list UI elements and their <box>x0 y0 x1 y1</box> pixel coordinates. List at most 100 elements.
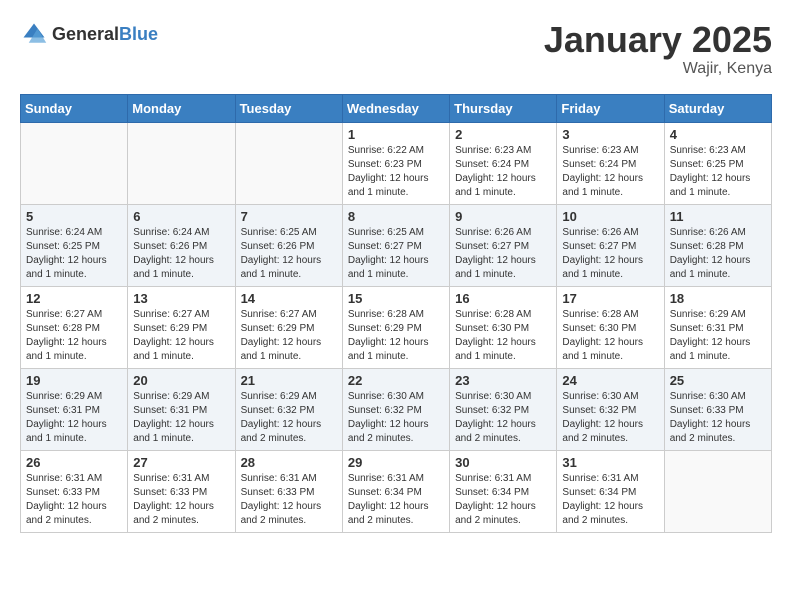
day-info: Sunrise: 6:29 AM Sunset: 6:31 PM Dayligh… <box>26 390 122 446</box>
day-number: 20 <box>133 373 229 388</box>
calendar-week-4: 19Sunrise: 6:29 AM Sunset: 6:31 PM Dayli… <box>21 368 772 450</box>
calendar-cell: 9 Sunrise: 6:26 AM Sunset: 6:27 PM Daylig… <box>450 204 557 286</box>
day-info: Sunrise: 6:30 AM Sunset: 6:32 PM Dayligh… <box>562 390 658 446</box>
day-info: Sunrise: 6:30 AM Sunset: 6:32 PM Dayligh… <box>455 390 551 446</box>
calendar-cell: 25 Sunrise: 6:30 AM Sunset: 6:33 PM Dayli… <box>664 368 771 450</box>
calendar-table: SundayMondayTuesdayWednesdayThursdayFrid… <box>20 94 772 533</box>
day-number: 22 <box>348 373 444 388</box>
calendar-cell: 28 Sunrise: 6:31 AM Sunset: 6:33 PM Dayli… <box>235 450 342 532</box>
calendar-cell: 2Sunrise: 6:23 AM Sunset: 6:24 PM Daylig… <box>450 122 557 204</box>
day-info: Sunrise: 6:23 AM Sunset: 6:25 PM Dayligh… <box>670 144 766 200</box>
day-number: 18 <box>670 291 766 306</box>
calendar-cell: 6 Sunrise: 6:24 AM Sunset: 6:26 PM Daylig… <box>128 204 235 286</box>
day-info: Sunrise: 6:30 AM Sunset: 6:33 PM Dayligh… <box>670 390 766 446</box>
day-number: 4 <box>670 127 766 142</box>
day-number: 28 <box>241 455 337 470</box>
calendar-cell: 8 Sunrise: 6:25 AM Sunset: 6:27 PM Daylig… <box>342 204 449 286</box>
location-title: Wajir, Kenya <box>544 60 772 78</box>
day-info: Sunrise: 6:31 AM Sunset: 6:33 PM Dayligh… <box>241 472 337 528</box>
calendar-cell: 3 Sunrise: 6:23 AM Sunset: 6:24 PM Daylig… <box>557 122 664 204</box>
calendar-week-1: 1Sunrise: 6:22 AM Sunset: 6:23 PM Daylig… <box>21 122 772 204</box>
calendar-week-3: 12 Sunrise: 6:27 AM Sunset: 6:28 PM Dayli… <box>21 286 772 368</box>
calendar-cell: 14Sunrise: 6:27 AM Sunset: 6:29 PM Dayli… <box>235 286 342 368</box>
day-number: 15 <box>348 291 444 306</box>
day-info: Sunrise: 6:24 AM Sunset: 6:25 PM Dayligh… <box>26 226 122 282</box>
page-header: GeneralBlue January 2025 Wajir, Kenya <box>20 20 772 78</box>
day-number: 26 <box>26 455 122 470</box>
day-number: 29 <box>348 455 444 470</box>
day-info: Sunrise: 6:28 AM Sunset: 6:30 PM Dayligh… <box>455 308 551 364</box>
calendar-cell <box>21 122 128 204</box>
day-number: 12 <box>26 291 122 306</box>
calendar-cell: 30 Sunrise: 6:31 AM Sunset: 6:34 PM Dayli… <box>450 450 557 532</box>
calendar-cell: 17 Sunrise: 6:28 AM Sunset: 6:30 PM Dayli… <box>557 286 664 368</box>
calendar-cell <box>128 122 235 204</box>
day-number: 16 <box>455 291 551 306</box>
day-info: Sunrise: 6:26 AM Sunset: 6:28 PM Dayligh… <box>670 226 766 282</box>
calendar-cell: 24 Sunrise: 6:30 AM Sunset: 6:32 PM Dayli… <box>557 368 664 450</box>
calendar-cell: 27Sunrise: 6:31 AM Sunset: 6:33 PM Dayli… <box>128 450 235 532</box>
day-info: Sunrise: 6:31 AM Sunset: 6:34 PM Dayligh… <box>562 472 658 528</box>
day-info: Sunrise: 6:25 AM Sunset: 6:27 PM Dayligh… <box>348 226 444 282</box>
calendar-week-5: 26 Sunrise: 6:31 AM Sunset: 6:33 PM Dayli… <box>21 450 772 532</box>
day-info: Sunrise: 6:23 AM Sunset: 6:24 PM Dayligh… <box>455 144 551 200</box>
calendar-cell: 10 Sunrise: 6:26 AM Sunset: 6:27 PM Dayli… <box>557 204 664 286</box>
day-info: Sunrise: 6:24 AM Sunset: 6:26 PM Dayligh… <box>133 226 229 282</box>
day-info: Sunrise: 6:27 AM Sunset: 6:28 PM Dayligh… <box>26 308 122 364</box>
title-block: January 2025 Wajir, Kenya <box>544 20 772 78</box>
weekday-header-sunday: Sunday <box>21 94 128 122</box>
day-number: 25 <box>670 373 766 388</box>
day-number: 9 <box>455 209 551 224</box>
day-number: 7 <box>241 209 337 224</box>
calendar-cell: 18 Sunrise: 6:29 AM Sunset: 6:31 PM Dayli… <box>664 286 771 368</box>
day-number: 8 <box>348 209 444 224</box>
calendar-cell: 29 Sunrise: 6:31 AM Sunset: 6:34 PM Dayli… <box>342 450 449 532</box>
calendar-cell: 12 Sunrise: 6:27 AM Sunset: 6:28 PM Dayli… <box>21 286 128 368</box>
month-title: January 2025 <box>544 20 772 60</box>
calendar-cell: 22 Sunrise: 6:30 AM Sunset: 6:32 PM Dayli… <box>342 368 449 450</box>
weekday-header-thursday: Thursday <box>450 94 557 122</box>
day-number: 13 <box>133 291 229 306</box>
day-number: 10 <box>562 209 658 224</box>
day-number: 30 <box>455 455 551 470</box>
day-info: Sunrise: 6:26 AM Sunset: 6:27 PM Dayligh… <box>455 226 551 282</box>
day-info: Sunrise: 6:30 AM Sunset: 6:32 PM Dayligh… <box>348 390 444 446</box>
logo-blue: Blue <box>119 24 158 44</box>
day-info: Sunrise: 6:31 AM Sunset: 6:34 PM Dayligh… <box>455 472 551 528</box>
day-info: Sunrise: 6:28 AM Sunset: 6:29 PM Dayligh… <box>348 308 444 364</box>
day-info: Sunrise: 6:25 AM Sunset: 6:26 PM Dayligh… <box>241 226 337 282</box>
calendar-cell: 21Sunrise: 6:29 AM Sunset: 6:32 PM Dayli… <box>235 368 342 450</box>
day-info: Sunrise: 6:29 AM Sunset: 6:31 PM Dayligh… <box>670 308 766 364</box>
day-number: 31 <box>562 455 658 470</box>
calendar-cell: 13Sunrise: 6:27 AM Sunset: 6:29 PM Dayli… <box>128 286 235 368</box>
day-info: Sunrise: 6:29 AM Sunset: 6:32 PM Dayligh… <box>241 390 337 446</box>
calendar-cell: 7 Sunrise: 6:25 AM Sunset: 6:26 PM Daylig… <box>235 204 342 286</box>
calendar-cell <box>664 450 771 532</box>
weekday-header-monday: Monday <box>128 94 235 122</box>
calendar-cell: 31 Sunrise: 6:31 AM Sunset: 6:34 PM Dayli… <box>557 450 664 532</box>
weekday-header-tuesday: Tuesday <box>235 94 342 122</box>
day-info: Sunrise: 6:26 AM Sunset: 6:27 PM Dayligh… <box>562 226 658 282</box>
weekday-header-friday: Friday <box>557 94 664 122</box>
day-info: Sunrise: 6:23 AM Sunset: 6:24 PM Dayligh… <box>562 144 658 200</box>
weekday-header-row: SundayMondayTuesdayWednesdayThursdayFrid… <box>21 94 772 122</box>
day-number: 6 <box>133 209 229 224</box>
day-info: Sunrise: 6:31 AM Sunset: 6:34 PM Dayligh… <box>348 472 444 528</box>
day-info: Sunrise: 6:29 AM Sunset: 6:31 PM Dayligh… <box>133 390 229 446</box>
day-number: 5 <box>26 209 122 224</box>
day-number: 23 <box>455 373 551 388</box>
weekday-header-saturday: Saturday <box>664 94 771 122</box>
calendar-cell: 23 Sunrise: 6:30 AM Sunset: 6:32 PM Dayli… <box>450 368 557 450</box>
day-number: 1 <box>348 127 444 142</box>
calendar-cell: 19Sunrise: 6:29 AM Sunset: 6:31 PM Dayli… <box>21 368 128 450</box>
calendar-cell: 20 Sunrise: 6:29 AM Sunset: 6:31 PM Dayli… <box>128 368 235 450</box>
day-info: Sunrise: 6:28 AM Sunset: 6:30 PM Dayligh… <box>562 308 658 364</box>
day-number: 24 <box>562 373 658 388</box>
logo-general: General <box>52 24 119 44</box>
logo-icon <box>20 20 48 48</box>
day-number: 17 <box>562 291 658 306</box>
calendar-cell: 1Sunrise: 6:22 AM Sunset: 6:23 PM Daylig… <box>342 122 449 204</box>
calendar-cell: 11Sunrise: 6:26 AM Sunset: 6:28 PM Dayli… <box>664 204 771 286</box>
day-number: 27 <box>133 455 229 470</box>
day-number: 3 <box>562 127 658 142</box>
